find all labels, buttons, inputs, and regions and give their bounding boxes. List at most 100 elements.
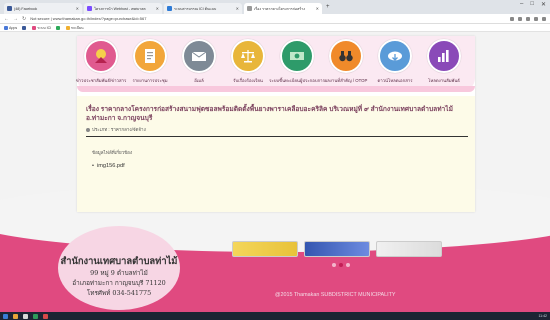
os-taskbar: 11:42 <box>0 312 550 320</box>
system-tray: 11:42 <box>539 314 548 318</box>
bookmark-icon <box>66 25 71 30</box>
tab-title: เรื่อง ราคากลางโครงการก่อสร้าง <box>254 6 305 11</box>
taskbar-app-icon[interactable] <box>43 313 48 319</box>
menu-label: ผลงานที่สำคัญ / OTOP <box>324 78 368 83</box>
facebook-icon <box>22 25 27 30</box>
browser-tab[interactable]: ระบบสารบรรณ ICI ต้นแบบ ✕ <box>164 3 242 14</box>
money-icon <box>290 52 304 60</box>
forward-arrow-icon[interactable]: → <box>13 16 18 22</box>
window-controls: – □ ✕ <box>520 1 546 8</box>
menu-item-email[interactable]: อีเมล์ <box>177 39 221 84</box>
close-window-button[interactable]: ✕ <box>541 1 546 8</box>
menu-item-otop[interactable]: ผลงานที่สำคัญ / OTOP <box>324 39 368 84</box>
menu-item-relations[interactable]: โหลดงานสัมพันธ์ <box>422 39 466 84</box>
cloud-download-icon <box>388 51 402 61</box>
web-page: ข่าวประชาสัมพันธ์/ข่าวสาร รายงานการประชุ… <box>0 32 550 312</box>
menu-label: โหลดงานสัมพันธ์ <box>428 78 460 83</box>
carousel-dots <box>332 263 350 267</box>
org-name: สำนักงานเทศบาลตำบลท่าไม้ <box>60 256 178 267</box>
taskbar-app-icon[interactable] <box>23 313 28 319</box>
bookmark-item[interactable] <box>56 25 61 30</box>
browser-tab[interactable]: โครงการนำ Webhost - เทศบาลต ✕ <box>84 3 162 14</box>
bookmark-icon <box>32 25 37 30</box>
profile-icon[interactable] <box>534 16 538 21</box>
start-icon[interactable] <box>3 313 8 319</box>
bookmark-item[interactable] <box>22 25 27 30</box>
menu-item-complaints[interactable]: รับเรื่องร้องเรียน <box>226 39 270 84</box>
more-menu-icon[interactable] <box>542 16 546 21</box>
bookmark-apps[interactable]: Apps <box>4 25 17 30</box>
menu-label: ข่าวประชาสัมพันธ์/ข่าวสาร <box>75 78 127 83</box>
content-panel: ข่าวประชาสัมพันธ์/ข่าวสาร รายงานการประชุ… <box>76 36 475 212</box>
tab-title: (48) Facebook <box>14 6 38 11</box>
bookmark-item[interactable]: ทะเบียน <box>66 25 84 31</box>
taskbar-app-icon[interactable] <box>13 313 18 319</box>
bookmarks-bar: Apps ระบบ ICI ทะเบียน <box>0 24 550 32</box>
attachments-heading: ข้อมูลไฟล์ที่เกี่ยวข้อง <box>92 150 133 155</box>
new-tab-button[interactable]: + <box>326 4 330 10</box>
partner-banner[interactable] <box>232 241 298 257</box>
bar-chart-icon <box>438 50 449 62</box>
carousel-dot[interactable] <box>346 263 350 267</box>
partner-banner[interactable] <box>304 241 370 257</box>
maximize-button[interactable]: □ <box>530 1 534 8</box>
attachment-link[interactable]: • img156.pdf <box>92 163 125 169</box>
address-line: อำเภอท่ามะกา กาญจนบุรี 71120 <box>72 279 166 287</box>
menu-label: ดาวน์โหลดเอกสาร <box>377 78 413 83</box>
thai-emblem-icon <box>95 49 107 63</box>
close-icon[interactable]: ✕ <box>316 6 319 11</box>
menu-icon-circle <box>182 39 216 73</box>
taskbar-app-icon[interactable] <box>33 313 38 319</box>
scales-icon <box>241 50 255 63</box>
menu-item-downloads[interactable]: ดาวน์โหลดเอกสาร <box>373 39 417 84</box>
menu-icon-circle <box>378 39 412 73</box>
url-field[interactable]: Not secure | www.thamakan.go.th/index/?p… <box>30 16 506 21</box>
close-icon[interactable]: ✕ <box>236 6 239 11</box>
article-title: เรื่อง ราคากลางโครงการก่อสร้างสนามฟุตซอล… <box>86 106 453 122</box>
carousel-dot-active[interactable] <box>339 263 343 267</box>
article-category: ประเภท : ราคากลาง/จัดจ้าง <box>86 126 146 133</box>
icon-menu: ข่าวประชาสัมพันธ์/ข่าวสาร รายงานการประชุ… <box>76 36 475 92</box>
close-icon[interactable]: ✕ <box>156 6 159 11</box>
menu-item-news[interactable]: ข่าวประชาสัมพันธ์/ข่าวสาร <box>76 39 126 84</box>
tab-favicon <box>87 6 92 11</box>
tab-favicon <box>7 6 12 11</box>
back-arrow-icon[interactable]: ← <box>4 16 9 22</box>
address-bar: ← → ↻ Not secure | www.thamakan.go.th/in… <box>0 14 550 24</box>
menu-icon-circle <box>427 39 461 73</box>
menu-item-meetings[interactable]: รายงานการประชุม <box>128 39 172 84</box>
document-icon <box>145 49 155 63</box>
article: เรื่อง ราคากลางโครงการก่อสร้างสนามฟุตซอล… <box>77 96 475 212</box>
menu-item-registration[interactable]: ระบบขึ้นทะเบียนผู้ประกอบการ <box>269 39 325 84</box>
star-icon[interactable] <box>526 16 530 21</box>
category-label: ประเภท : ราคากลาง/จัดจ้าง <box>92 127 146 132</box>
apps-icon <box>4 25 8 30</box>
menu-icon-circle <box>231 39 265 73</box>
divider <box>86 136 468 137</box>
extension-icon[interactable] <box>518 16 522 21</box>
partner-banners <box>232 241 442 257</box>
browser-tab-bar: (48) Facebook ✕ โครงการนำ Webhost - เทศบ… <box>0 0 550 14</box>
tab-favicon <box>167 6 172 11</box>
binoculars-icon <box>339 51 353 62</box>
browser-tab-active[interactable]: เรื่อง ราคากลางโครงการก่อสร้าง ✕ <box>244 3 322 14</box>
bookmark-icon <box>56 25 61 30</box>
extension-icon[interactable] <box>510 16 514 21</box>
menu-label: รายงานการประชุม <box>132 78 168 83</box>
close-icon[interactable]: ✕ <box>76 6 79 11</box>
minimize-button[interactable]: – <box>520 1 523 8</box>
tab-title: โครงการนำ Webhost - เทศบาลต <box>94 6 146 11</box>
tab-favicon <box>247 6 252 11</box>
category-icon <box>86 127 90 132</box>
extensions <box>510 16 546 21</box>
address-line: 99 หมู่ 9 ตำบลท่าไม้ <box>90 269 148 277</box>
partner-banner[interactable] <box>376 241 442 257</box>
menu-icon-circle <box>84 39 118 73</box>
phone-line: โทรศัพท์ 034-541775 <box>86 289 152 297</box>
carousel-dot[interactable] <box>332 263 336 267</box>
reload-icon[interactable]: ↻ <box>22 16 26 22</box>
bullet-icon: • <box>92 163 94 169</box>
browser-tab[interactable]: (48) Facebook ✕ <box>4 3 82 14</box>
menu-label: ระบบขึ้นทะเบียนผู้ประกอบการ <box>269 78 325 83</box>
bookmark-item[interactable]: ระบบ ICI <box>32 25 51 31</box>
